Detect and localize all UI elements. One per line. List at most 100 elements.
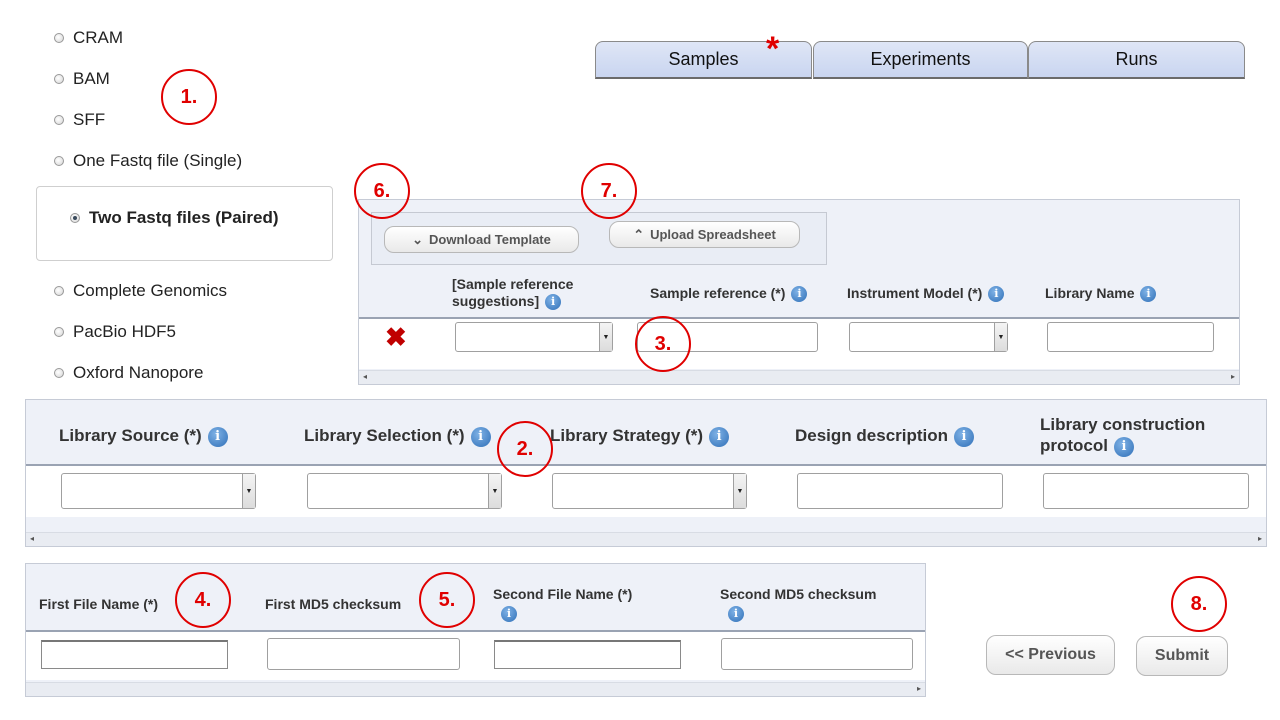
info-icon[interactable]: i: [954, 426, 975, 447]
scroll-right-icon[interactable]: ▸: [1231, 372, 1235, 381]
chevron-down-icon: ⌄: [412, 231, 424, 247]
horizontal-scrollbar[interactable]: ▸: [26, 682, 925, 696]
delete-row-icon[interactable]: ✖: [385, 322, 407, 353]
design-description-input[interactable]: [797, 473, 1003, 509]
radio-button[interactable]: [54, 156, 64, 166]
tab-experiments[interactable]: Experiments: [813, 41, 1028, 79]
radio-label: PacBio HDF5: [73, 322, 176, 341]
column-header-text: Library Strategy (*): [550, 426, 704, 445]
radio-oxford-nanopore[interactable]: Oxford Nanopore: [54, 363, 203, 383]
radio-complete-genomics[interactable]: Complete Genomics: [54, 281, 227, 301]
tab-runs[interactable]: Runs: [1028, 41, 1245, 79]
radio-button[interactable]: [54, 327, 64, 337]
button-label: << Previous: [1005, 646, 1096, 663]
info-icon[interactable]: i: [545, 294, 562, 311]
col-second-file-name: Second File Name (*) i: [493, 586, 683, 622]
radio-button[interactable]: [70, 213, 80, 223]
tab-label: Experiments: [870, 49, 971, 69]
col-instrument-model: Instrument Model (*) i: [847, 285, 1005, 303]
library-selection-select[interactable]: ▼: [307, 473, 502, 509]
dropdown-arrow-icon[interactable]: ▼: [242, 474, 255, 508]
scroll-left-icon[interactable]: ◂: [363, 372, 367, 381]
radio-button[interactable]: [54, 74, 64, 84]
column-header-text: Library Name: [1045, 285, 1135, 301]
info-icon[interactable]: i: [728, 606, 744, 622]
info-icon[interactable]: i: [709, 426, 730, 447]
col-library-protocol: Library construction protocol i: [1040, 414, 1240, 457]
info-icon[interactable]: i: [470, 426, 491, 447]
button-label: Submit: [1154, 647, 1210, 664]
horizontal-scrollbar[interactable]: ◂ ▸: [26, 532, 1266, 546]
first-file-name-input[interactable]: [41, 640, 228, 669]
button-label: Download Template: [429, 232, 551, 247]
scroll-left-icon[interactable]: ◂: [30, 534, 34, 543]
dropdown-arrow-icon[interactable]: ▼: [994, 323, 1007, 351]
col-library-source: Library Source (*) i: [59, 425, 228, 447]
radio-label: CRAM: [73, 28, 124, 47]
radio-paired-fastq[interactable]: Two Fastq files (Paired): [70, 208, 279, 228]
library-protocol-input[interactable]: [1043, 473, 1249, 509]
dropdown-arrow-icon[interactable]: ▼: [733, 474, 746, 508]
annotation-6: 6.: [354, 163, 410, 219]
column-header-text: Second MD5 checksum: [720, 586, 877, 602]
radio-button[interactable]: [54, 33, 64, 43]
radio-cram[interactable]: CRAM: [54, 28, 123, 48]
second-md5-input[interactable]: [721, 638, 913, 670]
scroll-right-icon[interactable]: ▸: [1258, 534, 1262, 543]
radio-label: Oxford Nanopore: [73, 363, 204, 382]
radio-label: One Fastq file (Single): [73, 151, 243, 170]
button-label: Upload Spreadsheet: [650, 227, 776, 242]
column-header-text: Library Source (*): [59, 426, 202, 445]
instrument-model-select[interactable]: ▼: [849, 322, 1008, 352]
library-source-select[interactable]: ▼: [61, 473, 256, 509]
radio-label: Complete Genomics: [73, 281, 228, 300]
radio-button[interactable]: [54, 115, 64, 125]
col-second-md5: Second MD5 checksum i: [720, 586, 920, 622]
library-name-input[interactable]: [1047, 322, 1214, 352]
annotation-1: 1.: [161, 69, 217, 125]
radio-pacbio[interactable]: PacBio HDF5: [54, 322, 176, 342]
download-template-button[interactable]: ⌄ Download Template: [384, 226, 579, 253]
info-icon[interactable]: i: [1140, 286, 1157, 303]
info-icon[interactable]: i: [501, 606, 517, 622]
second-file-name-input[interactable]: [494, 640, 681, 669]
radio-single-fastq[interactable]: One Fastq file (Single): [54, 151, 242, 171]
dropdown-arrow-icon[interactable]: ▼: [488, 474, 501, 508]
info-icon[interactable]: i: [791, 286, 808, 303]
column-header-text: Design description: [795, 426, 949, 445]
tab-label: Runs: [1115, 49, 1158, 69]
dropdown-arrow-icon[interactable]: ▼: [599, 323, 612, 351]
column-header-text: Sample reference (*): [650, 285, 786, 301]
radio-label: SFF: [73, 110, 106, 129]
radio-button[interactable]: [54, 368, 64, 378]
sample-suggestion-select[interactable]: ▼: [455, 322, 613, 352]
col-sample-suggestions: [Sample reference suggestions] i: [452, 276, 602, 311]
annotation-5: 5.: [419, 572, 475, 628]
radio-sff[interactable]: SFF: [54, 110, 105, 130]
info-icon[interactable]: i: [207, 426, 228, 447]
info-icon[interactable]: i: [1114, 436, 1134, 457]
col-library-name: Library Name i: [1045, 285, 1157, 303]
files-panel: ▸: [25, 563, 926, 697]
radio-bam[interactable]: BAM: [54, 69, 110, 89]
annotation-8: 8.: [1171, 576, 1227, 632]
col-sample-reference: Sample reference (*) i: [650, 285, 808, 303]
col-first-file-name: First File Name (*): [39, 596, 158, 613]
selected-option-box: Two Fastq files (Paired): [36, 186, 333, 261]
annotation-3: 3.: [635, 316, 691, 372]
scroll-right-icon[interactable]: ▸: [917, 684, 921, 693]
annotation-4: 4.: [175, 572, 231, 628]
previous-button[interactable]: << Previous: [986, 635, 1115, 675]
info-icon[interactable]: i: [988, 286, 1005, 303]
upload-spreadsheet-button[interactable]: ⌃ Upload Spreadsheet: [609, 221, 800, 248]
tab-bar: Samples Experiments Runs: [595, 41, 1246, 79]
horizontal-scrollbar[interactable]: ◂ ▸: [359, 370, 1239, 384]
radio-label: Two Fastq files (Paired): [89, 208, 279, 227]
column-header-text: Second File Name (*): [493, 586, 633, 602]
first-md5-input[interactable]: [267, 638, 460, 670]
library-strategy-select[interactable]: ▼: [552, 473, 747, 509]
submit-button[interactable]: Submit: [1136, 636, 1228, 676]
tab-samples[interactable]: Samples: [595, 41, 812, 79]
radio-button[interactable]: [54, 286, 64, 296]
tab-label: Samples: [668, 49, 739, 69]
